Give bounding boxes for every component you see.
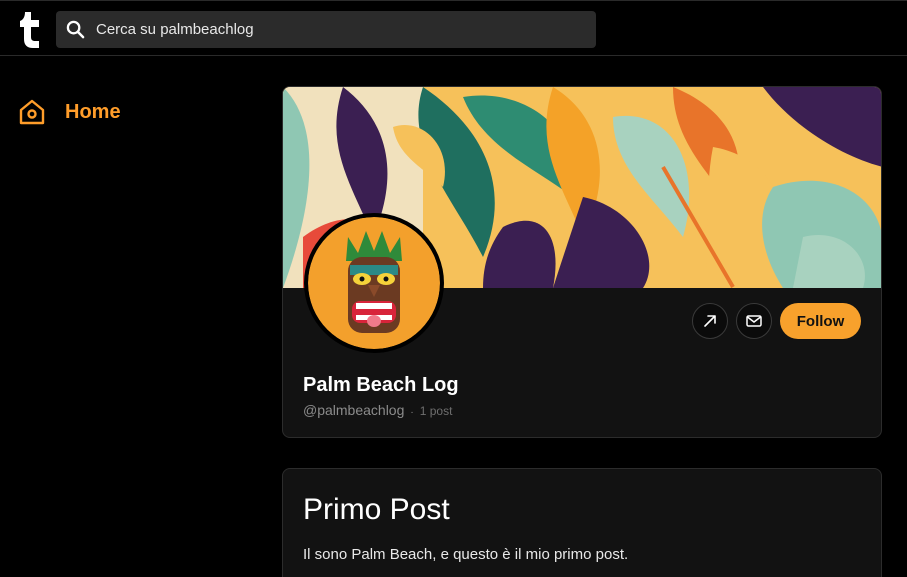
- sidebar-item-label: Home: [65, 100, 121, 123]
- post-body: Il sono Palm Beach, e questo è il mio pr…: [303, 546, 629, 563]
- home-icon: [19, 99, 45, 125]
- follow-button[interactable]: Follow: [780, 303, 861, 339]
- blog-header-card: Follow Palm Beach Log @palmbeachlog · 1 …: [282, 86, 882, 438]
- search-icon: [66, 20, 85, 39]
- search-bar[interactable]: Cerca su palmbeachlog: [56, 11, 596, 48]
- meta-separator: ·: [410, 407, 414, 418]
- blog-avatar[interactable]: [304, 213, 444, 353]
- share-button[interactable]: [692, 303, 728, 339]
- search-input[interactable]: Cerca su palmbeachlog: [96, 21, 254, 38]
- blog-handle[interactable]: @palmbeachlog: [303, 402, 404, 418]
- sidebar-item-home[interactable]: Home: [18, 96, 121, 128]
- top-bar: Cerca su palmbeachlog: [0, 0, 907, 56]
- tiki-mask-avatar-image: [308, 217, 440, 349]
- blog-title: Palm Beach Log: [303, 374, 459, 396]
- post-card: Primo Post Il sono Palm Beach, e questo …: [282, 468, 882, 577]
- post-title: Primo Post: [303, 493, 450, 526]
- tumblr-logo-icon[interactable]: [18, 10, 46, 48]
- message-button[interactable]: [736, 303, 772, 339]
- blog-meta: @palmbeachlog · 1 post: [303, 402, 452, 418]
- arrow-up-right-icon: [704, 315, 716, 327]
- post-count: 1 post: [419, 404, 453, 418]
- mail-icon: [746, 315, 762, 327]
